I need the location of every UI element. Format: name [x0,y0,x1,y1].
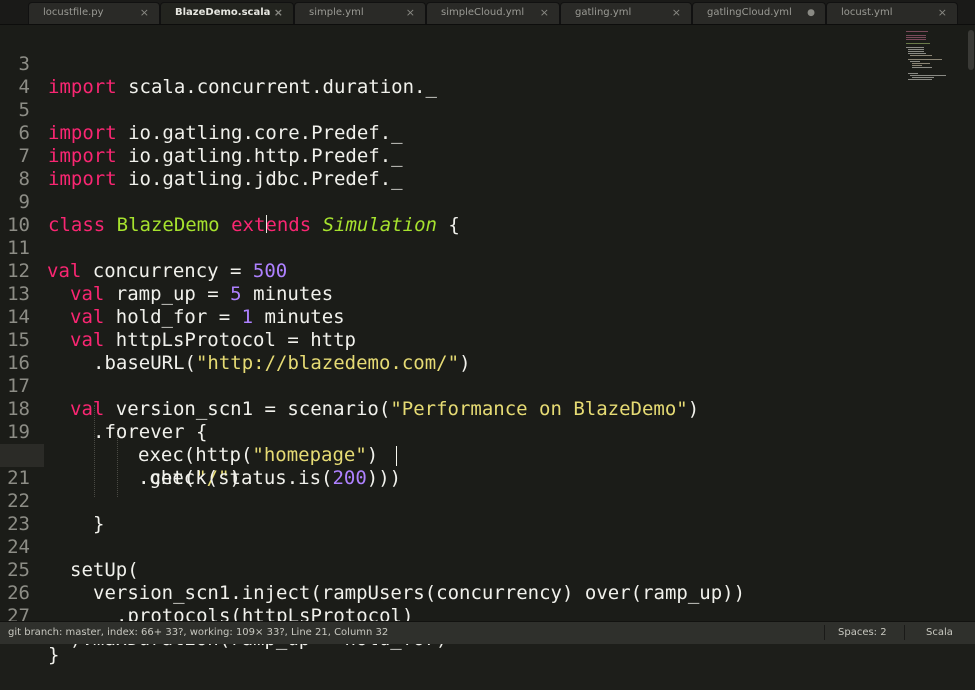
tab-simplecloud[interactable]: simpleCloud.yml × [426,2,560,24]
code-line: 8 [0,145,900,190]
mouse-ibeam-icon [266,215,267,233]
code-line: 11 val concurrency = 500 [0,214,900,282]
tab-label: locust.yml [841,7,893,18]
code-line: 9 class BlazeDemo extends Simulation { [0,168,900,236]
code-line: 23 [0,490,900,535]
tab-locust[interactable]: locust.yml × [826,2,958,24]
code-line: 15 .baseURL("http://blazedemo.com/") [0,306,900,374]
close-icon[interactable]: × [540,3,549,23]
tab-label: simple.yml [309,7,364,18]
code-line: 4 [0,53,900,98]
text-cursor [396,446,397,466]
close-icon[interactable]: × [274,3,283,23]
indentation-selector[interactable]: Spaces: 2 [838,622,887,643]
status-divider [824,625,825,640]
code-line: 6 import io.gatling.http.Predef._ [0,99,900,167]
scrollbar-thumb[interactable] [968,30,974,70]
close-icon[interactable]: × [406,3,415,23]
code-line: 20 .get("/") [0,421,900,489]
code-editor[interactable]: 3 import scala.concurrent.duration._ 4 5… [0,25,900,666]
code-line: 18 .forever { [0,375,900,443]
git-status-text: git branch: master, index: 66+ 33?, work… [8,627,389,638]
unsaved-dot-icon[interactable]: ● [807,3,815,23]
status-bar: git branch: master, index: 66+ 33?, work… [0,621,975,644]
status-divider [904,625,905,640]
close-icon[interactable]: × [672,3,681,23]
minimap[interactable] [900,25,975,621]
code-line: 17 val version_scn1 = scenario("Performa… [0,352,900,420]
code-line: 7 import io.gatling.jdbc.Predef._ [0,122,900,190]
tab-label: locustfile.py [43,7,104,18]
tab-label: simpleCloud.yml [441,7,525,18]
tab-blazedemo[interactable]: BlazeDemo.scala × [160,2,294,24]
code-line: 5 import io.gatling.core.Predef._ [0,76,900,144]
code-line: 3 import scala.concurrent.duration._ [0,30,900,98]
tab-label: BlazeDemo.scala [175,7,271,18]
code-line: 25 version_scn1.inject(rampUsers(concurr… [0,536,900,604]
close-icon[interactable]: × [938,3,947,23]
current-line-gutter: 21 [0,444,44,489]
code-line: 14 val httpLsProtocol = http [0,283,900,351]
tab-bar: locustfile.py × BlazeDemo.scala × simple… [0,0,975,25]
code-line: 24 setUp( [0,513,900,581]
close-icon[interactable]: × [140,3,149,23]
code-line: 10 [0,191,900,236]
tab-label: gatling.yml [575,7,632,18]
code-line: 13 val hold_for = 1 minutes [0,260,900,328]
code-line: 26 .protocols(httpLsProtocol) [0,559,900,627]
tab-simple[interactable]: simple.yml × [294,2,426,24]
code-line: 22 } [0,467,900,535]
code-line-current: .check(status.is(200))) [44,444,900,489]
tab-gatling[interactable]: gatling.yml × [560,2,692,24]
code-line: 12 val ramp_up = 5 minutes [0,237,900,305]
code-line: 16 [0,329,900,374]
code-text: } [48,644,60,666]
tab-gatlingcloud[interactable]: gatlingCloud.yml ● [692,2,826,24]
code-line: 28 } [0,598,900,666]
tab-locustfile[interactable]: locustfile.py × [28,2,160,24]
code-line: 19 exec(http("homepage") [0,398,900,466]
syntax-selector[interactable]: Scala [926,622,953,643]
tab-label: gatlingCloud.yml [707,7,792,18]
